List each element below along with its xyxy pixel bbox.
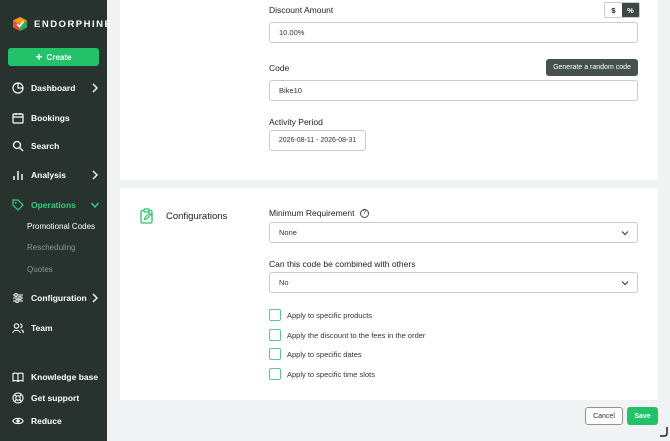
checkbox-row-specific-products[interactable]: Apply to specific products <box>269 309 372 321</box>
checkbox-row-fees[interactable]: Apply the discount to the fees in the or… <box>269 329 425 341</box>
plus-icon: + <box>35 50 43 64</box>
checkbox-row-time-slots[interactable]: Apply to specific time slots <box>269 368 375 380</box>
minimum-requirement-value: None <box>279 228 297 237</box>
checkbox[interactable] <box>269 368 281 380</box>
configurations-card: Configurations Minimum Requirement ? Non… <box>120 188 658 400</box>
checkbox-label: Apply the discount to the fees in the or… <box>287 330 426 340</box>
discount-amount-value: 10.00% <box>279 28 305 37</box>
checkbox-label: Apply to specific products <box>287 310 373 320</box>
activity-period-input[interactable]: 2026-08-11 - 2026-08-31 <box>269 130 366 151</box>
sidebar-subitem-rescheduling[interactable]: Rescheduling <box>27 243 75 252</box>
configurations-title: Configurations <box>166 211 228 222</box>
sidebar-item-configuration[interactable]: Configuration <box>12 290 100 306</box>
sidebar-item-search[interactable]: Search <box>12 138 100 154</box>
create-button[interactable]: + Create <box>8 48 99 66</box>
bar-chart-icon <box>12 169 24 181</box>
activity-period-label: Activity Period <box>269 117 323 127</box>
endorphine-logo-icon <box>13 17 27 31</box>
sidebar-item-label: Knowledge base <box>31 372 99 382</box>
brand-name: ENDORPHINE <box>34 18 113 30</box>
activity-period-value: 2026-08-11 - 2026-08-31 <box>278 137 357 144</box>
discount-type-toggle: $ % <box>604 2 640 18</box>
sidebar-item-reduce[interactable]: Reduce <box>12 413 100 429</box>
minimum-requirement-label: Minimum Requirement ? <box>269 208 369 219</box>
checkbox-row-specific-dates[interactable]: Apply to specific dates <box>269 348 362 360</box>
resize-handle-icon[interactable] <box>659 426 668 437</box>
combine-codes-label: Can this code be combined with others <box>269 259 416 269</box>
brand-logo[interactable]: ENDORPHINE <box>12 16 112 32</box>
generate-random-code-button[interactable]: Generate a random code <box>546 59 638 76</box>
chevron-down-icon <box>90 202 100 209</box>
minimum-requirement-text: Minimum Requirement <box>269 208 355 218</box>
sidebar-subitem-quotes[interactable]: Quotes <box>27 265 53 274</box>
code-label: Code <box>269 63 290 73</box>
sidebar-item-label: Dashboard <box>31 83 76 93</box>
checkbox[interactable] <box>269 309 281 321</box>
discount-amount-input[interactable]: 10.00% <box>269 22 638 43</box>
chevron-down-icon <box>621 281 629 286</box>
sidebar-item-label: Analysis <box>31 170 66 180</box>
sidebar-item-operations[interactable]: Operations <box>12 197 100 213</box>
sidebar-item-bookings[interactable]: Bookings <box>12 110 100 126</box>
save-button[interactable]: Save <box>627 407 658 425</box>
checkbox[interactable] <box>269 348 281 360</box>
discount-amount-label: Discount Amount <box>269 5 334 15</box>
create-label: Create <box>46 52 72 62</box>
support-lifebuoy-icon <box>12 392 24 404</box>
sidebar-item-label: Reduce <box>31 416 62 426</box>
book-open-icon <box>12 371 24 383</box>
dashboard-icon <box>12 82 24 94</box>
sidebar: ENDORPHINE + Create Dashboard Bookings S… <box>0 0 111 441</box>
dollar-toggle-option[interactable]: $ <box>605 3 622 17</box>
tag-icon <box>12 199 24 211</box>
cancel-button[interactable]: Cancel <box>585 407 623 425</box>
sidebar-item-analysis[interactable]: Analysis <box>12 167 100 183</box>
sliders-icon <box>12 292 24 304</box>
combine-codes-value: No <box>279 278 289 287</box>
chevron-right-icon <box>92 170 98 180</box>
chevron-right-icon <box>92 83 98 93</box>
sidebar-subitem-promotional-codes[interactable]: Promotional Codes <box>27 222 95 231</box>
users-icon <box>12 322 24 334</box>
sidebar-item-label: Team <box>31 323 53 333</box>
sidebar-item-label: Configuration <box>31 293 87 303</box>
sidebar-item-team[interactable]: Team <box>12 320 100 336</box>
checkbox-label: Apply to specific time slots <box>287 369 375 379</box>
sidebar-item-label: Operations <box>31 200 76 210</box>
minimum-requirement-select[interactable]: None <box>269 222 638 243</box>
sidebar-item-knowledge-base[interactable]: Knowledge base <box>12 369 100 385</box>
sidebar-item-label: Search <box>31 141 60 151</box>
eye-icon <box>12 415 24 427</box>
sidebar-item-label: Get support <box>31 393 80 403</box>
sidebar-item-label: Bookings <box>31 113 70 123</box>
sidebar-item-dashboard[interactable]: Dashboard <box>12 80 100 96</box>
calendar-icon <box>12 112 24 124</box>
search-icon <box>12 140 24 152</box>
checkbox-label: Apply to specific dates <box>287 349 362 359</box>
percent-toggle-option[interactable]: % <box>622 3 639 17</box>
chevron-down-icon <box>621 231 629 236</box>
help-circle-icon[interactable]: ? <box>359 209 369 219</box>
chevron-right-icon <box>92 293 98 303</box>
clipboard-edit-icon <box>140 208 153 224</box>
code-input[interactable]: Bike10 <box>269 80 638 101</box>
checkbox[interactable] <box>269 329 281 341</box>
code-value: Bike10 <box>279 86 302 95</box>
combine-codes-select[interactable]: No <box>269 272 638 293</box>
discount-details-card: Discount Amount $ % 10.00% Code Generate… <box>120 0 658 180</box>
sidebar-item-get-support[interactable]: Get support <box>12 390 100 406</box>
